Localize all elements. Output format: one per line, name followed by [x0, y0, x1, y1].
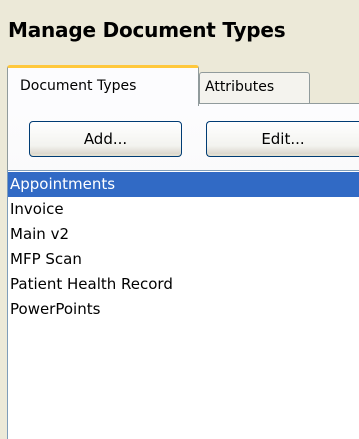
list-item-invoice[interactable]: Invoice — [8, 197, 359, 222]
page-title: Manage Document Types — [8, 18, 286, 42]
tab-document-types[interactable]: Document Types — [7, 65, 199, 106]
document-types-list[interactable]: Appointments Invoice Main v2 MFP Scan Pa… — [7, 170, 359, 439]
manage-document-types-window: Manage Document Types Document Types Att… — [0, 0, 359, 439]
list-item-main-v2[interactable]: Main v2 — [8, 222, 359, 247]
edit-button[interactable]: Edit... — [206, 121, 359, 157]
list-item-mfp-scan[interactable]: MFP Scan — [8, 247, 359, 272]
list-item-patient-health-record[interactable]: Patient Health Record — [8, 272, 359, 297]
list-item-powerpoints[interactable]: PowerPoints — [8, 297, 359, 322]
tab-attributes[interactable]: Attributes — [199, 72, 310, 104]
list-item-appointments[interactable]: Appointments — [8, 172, 359, 197]
add-button[interactable]: Add... — [29, 121, 182, 157]
